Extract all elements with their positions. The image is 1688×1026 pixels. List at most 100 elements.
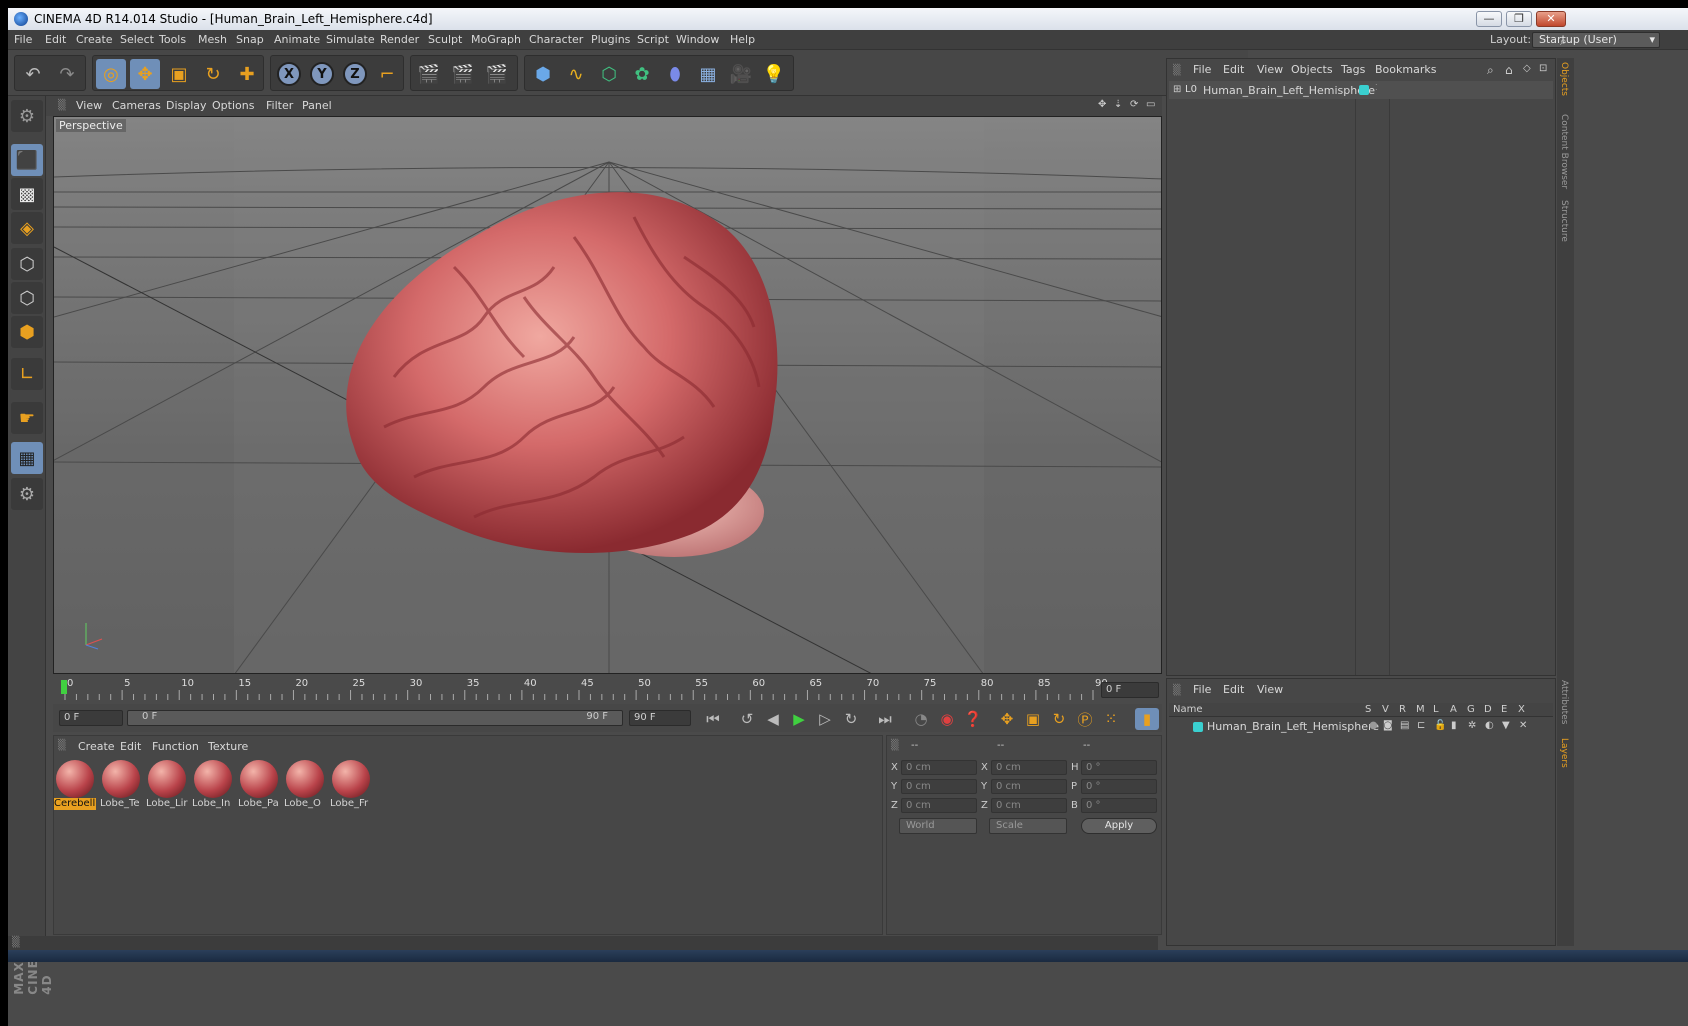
expression-icon[interactable]: ▼	[1502, 720, 1510, 731]
points-mode-icon[interactable]: ⬡	[11, 248, 43, 280]
record-keys-icon[interactable]: ◔	[909, 708, 933, 730]
pos-y-field[interactable]: 0 cm	[901, 779, 977, 794]
floor-icon[interactable]: ▦	[693, 59, 723, 89]
play-icon[interactable]: ▶	[787, 708, 811, 730]
menu-simulate[interactable]: Simulate	[326, 33, 375, 46]
tab-objects[interactable]: Objects	[1559, 62, 1569, 96]
size-z-field[interactable]: 0 cm	[991, 798, 1067, 813]
animation-icon[interactable]: ▮	[1451, 720, 1457, 731]
material-swatch[interactable]: Lobe_Pa	[238, 758, 280, 810]
frame-range-slider[interactable]: 0 F 90 F	[127, 710, 623, 726]
timeline-ruler[interactable]: 051015202530354045505560657075808590 0 F	[53, 676, 1162, 702]
viewport-menu-display[interactable]: Display	[166, 99, 207, 112]
material-menu-function[interactable]: Function	[152, 740, 199, 753]
key-position-icon[interactable]: ✥	[995, 708, 1019, 730]
viewport-menu-options[interactable]: Options	[212, 99, 254, 112]
viewport-menu-cameras[interactable]: Cameras	[112, 99, 161, 112]
object-row[interactable]: ⊞ L0 Human_Brain_Left_Hemisphere ⁚	[1169, 81, 1553, 99]
rot-p-field[interactable]: 0 °	[1081, 779, 1157, 794]
col-view[interactable]: V	[1382, 704, 1389, 715]
layer-row[interactable]: Human_Brain_Left_Hemisphere ● ◙ ▤ ⊏ 🔓 ▮ …	[1169, 719, 1553, 735]
search-icon[interactable]: ⌕	[1560, 34, 1567, 49]
menu-mesh[interactable]: Mesh	[198, 33, 227, 46]
current-frame-field[interactable]: 0 F	[1101, 682, 1159, 698]
layers-menu-file[interactable]: File	[1193, 683, 1211, 696]
objects-menu-objects[interactable]: Objects	[1291, 63, 1333, 76]
material-menu-create[interactable]: Create	[78, 740, 115, 753]
prev-frame-icon[interactable]: ◀	[761, 708, 785, 730]
light-icon[interactable]: 💡	[759, 59, 789, 89]
layers-menu-view[interactable]: View	[1257, 683, 1283, 696]
manager-icon[interactable]: ⊏	[1417, 720, 1425, 731]
menu-snap[interactable]: Snap	[236, 33, 264, 46]
view-eye-icon[interactable]: ◙	[1383, 720, 1393, 731]
xref-icon[interactable]: ✕	[1519, 720, 1527, 731]
autokey-icon[interactable]: ◉	[935, 708, 959, 730]
key-rotation-icon[interactable]: ↻	[1047, 708, 1071, 730]
tab-structure[interactable]: Structure	[1559, 200, 1569, 242]
tab-layers[interactable]: Layers	[1559, 738, 1569, 768]
edges-mode-icon[interactable]: ⬡	[11, 282, 43, 314]
material-menu-edit[interactable]: Edit	[120, 740, 141, 753]
menu-file[interactable]: File	[14, 33, 32, 46]
subdivision-icon[interactable]: ⬡	[594, 59, 624, 89]
menu-tools[interactable]: Tools	[159, 33, 186, 46]
home-icon[interactable]: ⌂	[1505, 63, 1513, 77]
y-axis-button[interactable]: Y	[307, 59, 337, 89]
viewport-move-icon[interactable]: ✥	[1098, 99, 1106, 110]
pos-z-field[interactable]: 0 cm	[901, 798, 977, 813]
objects-menu-file[interactable]: File	[1193, 63, 1211, 76]
polygons-mode-icon[interactable]: ⬢	[11, 316, 43, 348]
array-icon[interactable]: ✿	[627, 59, 657, 89]
viewport-menu-view[interactable]: View	[76, 99, 102, 112]
render-icon[interactable]: ▤	[1400, 720, 1409, 731]
viewport-rotate-icon[interactable]: ⟳	[1130, 99, 1138, 110]
viewport-zoom-icon[interactable]: ⇣	[1114, 99, 1122, 110]
objects-menu-view[interactable]: View	[1257, 63, 1283, 76]
keyframe-selection-icon[interactable]: ❓	[961, 708, 985, 730]
layer-color-tag[interactable]	[1359, 85, 1369, 95]
tab-content-browser[interactable]: Content Browser	[1559, 114, 1569, 189]
x-axis-button[interactable]: X	[274, 59, 304, 89]
viewport-menu-filter[interactable]: Filter	[266, 99, 293, 112]
search-icon[interactable]: ⌕	[1487, 63, 1494, 78]
objects-menu-edit[interactable]: Edit	[1223, 63, 1244, 76]
layer-color-swatch[interactable]	[1193, 722, 1203, 732]
new-view-icon[interactable]: ⊡	[1539, 63, 1547, 74]
material-swatch[interactable]: Lobe_Fr	[330, 758, 372, 810]
scale-tool-icon[interactable]: ▣	[164, 59, 194, 89]
render-view-icon[interactable]: 🎬	[414, 59, 444, 89]
menu-edit[interactable]: Edit	[45, 33, 66, 46]
live-selection-icon[interactable]: ◎	[96, 59, 126, 89]
solo-dot-icon[interactable]: ●	[1369, 720, 1378, 731]
texture-mode-icon[interactable]: ▩	[11, 178, 43, 210]
objects-menu-tags[interactable]: Tags	[1341, 63, 1365, 76]
material-swatch[interactable]: Lobe_In	[192, 758, 234, 810]
col-xref[interactable]: X	[1518, 704, 1525, 715]
coordinate-system-icon[interactable]: ⌐	[372, 59, 402, 89]
menu-help[interactable]: Help	[730, 33, 755, 46]
menu-sculpt[interactable]: Sculpt	[428, 33, 462, 46]
coordinate-mode-select[interactable]: World	[899, 818, 977, 834]
rot-h-field[interactable]: 0 °	[1081, 760, 1157, 775]
col-deformers[interactable]: D	[1484, 704, 1492, 715]
material-swatch[interactable]: Lobe_Te	[100, 758, 142, 810]
col-expressions[interactable]: E	[1501, 704, 1507, 715]
axis-mode-icon[interactable]: ∟	[11, 358, 43, 390]
key-scale-icon[interactable]: ▣	[1021, 708, 1045, 730]
minimize-button[interactable]: —	[1476, 11, 1502, 27]
go-to-start-icon[interactable]: ⏮	[701, 708, 725, 730]
pos-x-field[interactable]: 0 cm	[901, 760, 977, 775]
material-swatch[interactable]: Lobe_O	[284, 758, 326, 810]
start-frame-field[interactable]: 0 F	[59, 710, 123, 726]
restore-button[interactable]: ❐	[1506, 11, 1532, 27]
col-render[interactable]: R	[1399, 704, 1406, 715]
tweak-icon[interactable]: ☛	[11, 402, 43, 434]
z-axis-button[interactable]: Z	[340, 59, 370, 89]
col-animation[interactable]: A	[1450, 704, 1457, 715]
menu-plugins[interactable]: Plugins	[591, 33, 630, 46]
next-key-icon[interactable]: ↻	[839, 708, 863, 730]
workplane-icon[interactable]: ◈	[11, 212, 43, 244]
collapse-icon[interactable]: ◇	[1523, 63, 1531, 74]
material-menu-texture[interactable]: Texture	[208, 740, 248, 753]
